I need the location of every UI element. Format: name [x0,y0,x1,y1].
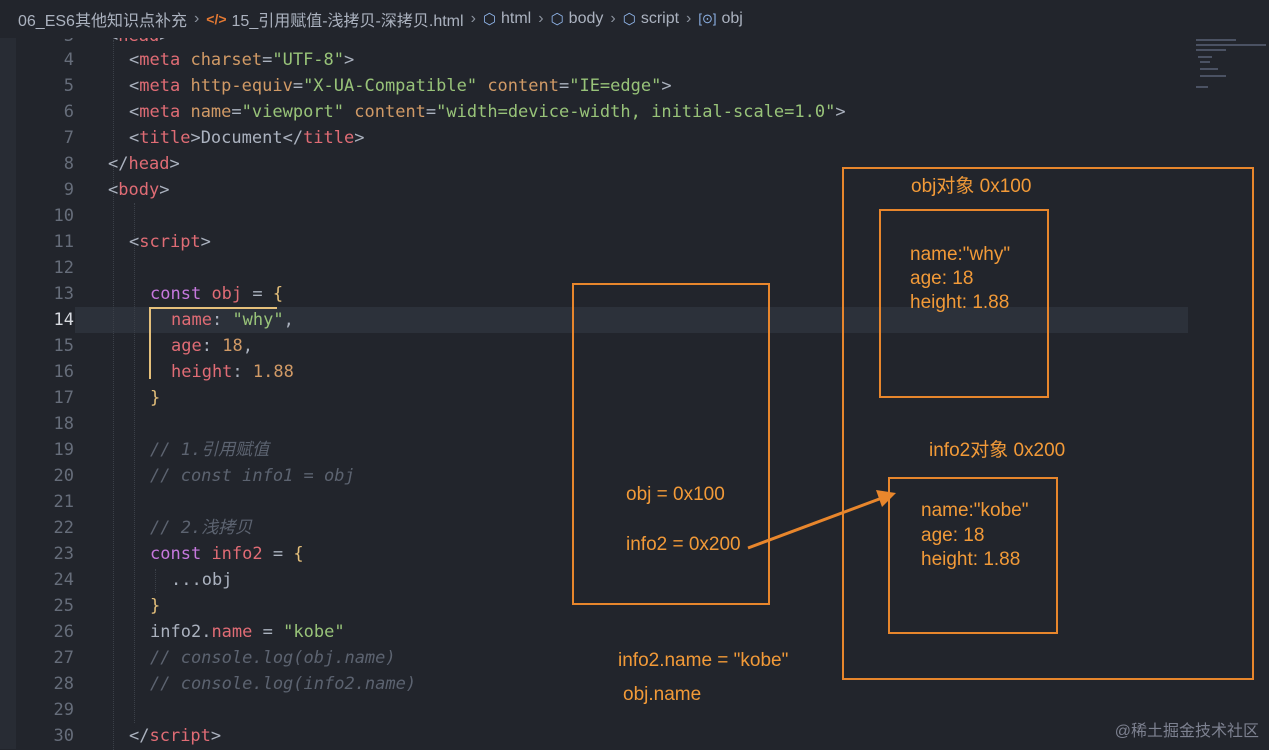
breadcrumb-html[interactable]: ⬡ html [483,10,531,28]
arrow-line [747,496,883,550]
note-assign: info2.name = "kobe" [618,650,789,671]
reference-arrow [747,490,896,550]
chevron-right-icon: › [470,10,476,27]
breadcrumb: 06_ES6其他知识点补充 › </> 15_引用赋值-浅拷贝-深拷贝.html … [0,0,1269,38]
watermark: @稀土掘金技术社区 [1114,723,1259,740]
chevron-right-icon: › [686,10,692,27]
variable-icon: [⊙] [698,11,717,26]
stack-info2-ref: info2 = 0x200 [626,534,741,555]
element-cube-icon: ⬡ [622,11,636,28]
breadcrumb-script[interactable]: ⬡ script [623,10,679,28]
heap-info2-title: info2对象 0x200 [929,440,1066,461]
breadcrumb-file-label: 15_引用赋值-浅拷贝-深拷贝.html [231,13,464,30]
breadcrumb-obj[interactable]: [⊙] obj [698,10,742,28]
heap-obj-title: obj对象 0x100 [911,176,1032,197]
html-file-icon: </> [206,11,227,27]
breadcrumb-script-label: script [640,10,680,27]
chevron-right-icon: › [538,10,544,27]
breadcrumb-obj-label: obj [721,10,743,27]
heap-info2-name: name:"kobe" [921,500,1029,521]
breadcrumb-html-label: html [501,10,532,27]
breadcrumb-body-label: body [568,10,604,27]
heap-obj-name: name:"why" [910,244,1011,265]
arrow-head [876,490,896,507]
breadcrumb-folder[interactable]: 06_ES6其他知识点补充 [18,7,187,31]
heap-obj-age: age: 18 [910,268,974,289]
note-objname: obj.name [623,684,702,705]
chevron-right-icon: › [193,10,200,27]
element-cube-icon: ⬡ [550,11,564,28]
heap-obj-height: height: 1.88 [910,292,1010,313]
chevron-right-icon: › [610,10,616,27]
stack-obj-ref: obj = 0x100 [626,484,725,505]
heap-info2-age: age: 18 [921,525,985,546]
breadcrumb-file[interactable]: </> 15_引用赋值-浅拷贝-深拷贝.html [206,7,463,31]
element-cube-icon: ⬡ [482,11,496,28]
breadcrumb-body[interactable]: ⬡ body [551,10,604,28]
heap-info2-height: height: 1.88 [921,549,1021,570]
